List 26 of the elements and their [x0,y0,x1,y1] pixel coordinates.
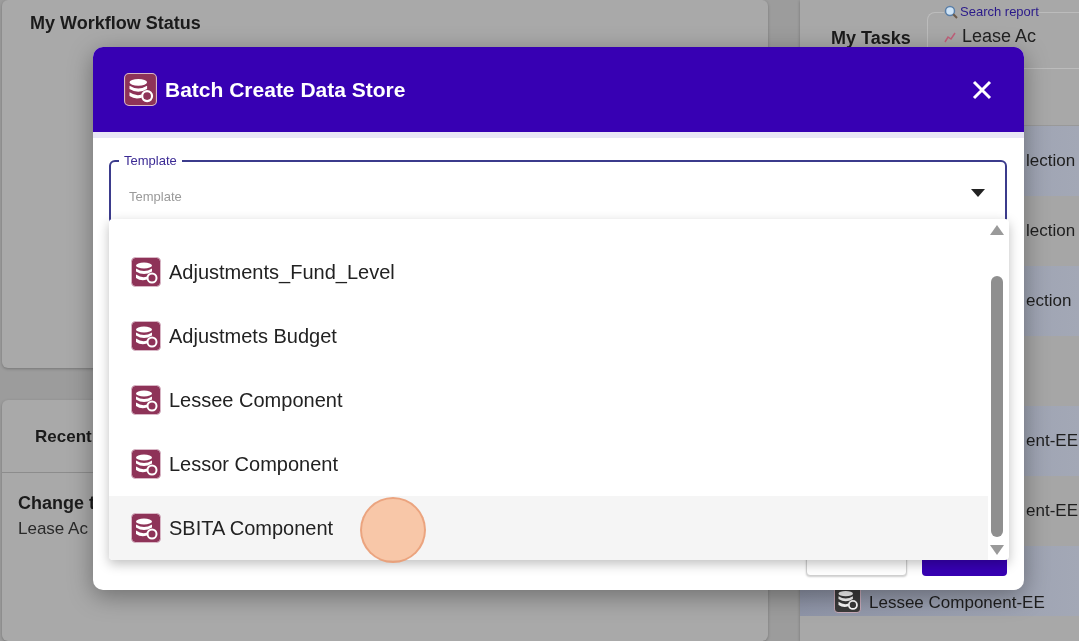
database-icon [131,449,161,479]
card-title: My Workflow Status [29,12,202,34]
placeholder: Template [129,188,183,204]
item-subtitle: Lease Ac [18,519,88,539]
task-name: ection [1026,291,1072,311]
database-icon [131,257,161,287]
task-name: lection [1026,151,1076,171]
task-name: Lessee Component-EE [869,593,1045,613]
chart-icon [944,30,956,43]
dialog-title: Batch Create Data Store [165,77,407,102]
close-icon [972,79,992,100]
scroll-thumb[interactable] [991,276,1003,537]
task-name: lection [1026,221,1076,241]
task-name: ent-EE [1026,501,1078,521]
task-name: ent-EE [1026,431,1078,451]
database-icon [131,385,161,415]
search-link[interactable]: Search report [944,4,1039,19]
search-icon [944,4,958,19]
report-name: Lease Ac [962,26,1037,47]
database-icon [124,73,157,106]
menu-option[interactable]: SBITA Component [109,496,988,560]
database-icon [131,321,161,351]
scroll-up-icon[interactable] [990,225,1004,235]
panel-title: My Tasks [830,27,912,50]
field-label: Template [119,153,182,168]
database-icon [131,513,161,543]
